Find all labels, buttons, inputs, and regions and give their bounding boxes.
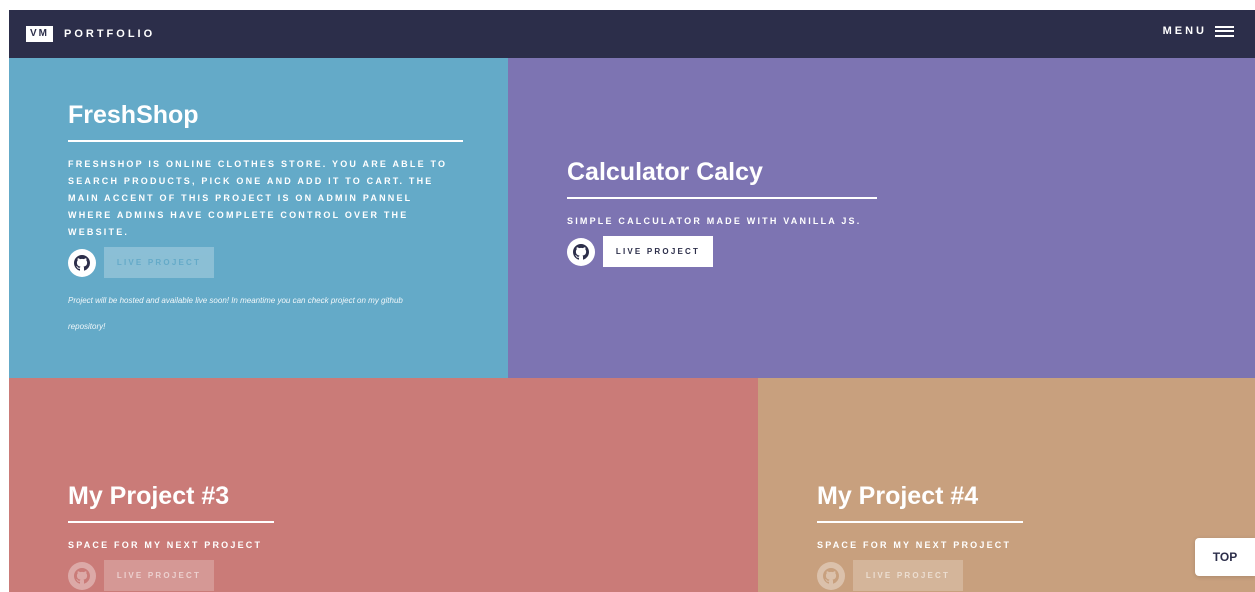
menu-label: MENU <box>1162 25 1207 37</box>
project-title: My Project #4 <box>817 482 979 510</box>
live-project-button[interactable]: LIVE PROJECT <box>104 247 214 278</box>
project-card-calculator: Calculator Calcy SIMPLE CALCULATOR MADE … <box>508 58 1255 378</box>
title-underline <box>68 140 463 142</box>
live-project-button[interactable]: LIVE PROJECT <box>853 560 963 591</box>
project-description: SPACE FOR MY NEXT PROJECT <box>68 540 263 550</box>
navbar: VM PORTFOLIO MENU <box>9 10 1255 58</box>
github-icon <box>74 254 90 271</box>
project-title: My Project #3 <box>68 482 230 510</box>
github-icon <box>823 567 839 584</box>
live-project-label: LIVE PROJECT <box>615 247 701 256</box>
project-actions: LIVE PROJECT <box>68 560 274 591</box>
project-actions: LIVE PROJECT <box>68 247 463 278</box>
github-link[interactable] <box>817 561 845 590</box>
github-link[interactable] <box>68 561 96 590</box>
logo[interactable]: VM <box>26 26 53 42</box>
menu-button[interactable]: MENU <box>1163 25 1234 37</box>
github-link[interactable] <box>68 248 96 277</box>
title-underline <box>567 197 877 199</box>
project-actions: LIVE PROJECT <box>567 236 877 267</box>
live-project-label: LIVE PROJECT <box>865 571 951 580</box>
live-project-button[interactable]: LIVE PROJECT <box>104 560 214 591</box>
project-card-4: My Project #4 SPACE FOR MY NEXT PROJECT … <box>758 378 1255 592</box>
project-card-3: My Project #3 SPACE FOR MY NEXT PROJECT … <box>9 378 758 592</box>
project-description: SIMPLE CALCULATOR MADE WITH VANILLA JS. <box>567 216 862 226</box>
project-actions: LIVE PROJECT <box>817 560 1023 591</box>
project-card-freshshop: FreshShop FRESHSHOP IS ONLINE CLOTHES ST… <box>9 58 508 378</box>
brand-title[interactable]: PORTFOLIO <box>64 26 155 42</box>
live-project-button[interactable]: LIVE PROJECT <box>603 236 713 267</box>
hamburger-menu-icon <box>1215 25 1234 37</box>
live-project-label: LIVE PROJECT <box>116 571 202 580</box>
project-description: SPACE FOR MY NEXT PROJECT <box>817 540 1012 550</box>
project-description: FRESHSHOP IS ONLINE CLOTHES STORE. YOU A… <box>68 159 448 237</box>
title-underline <box>817 521 1023 523</box>
hosting-note: Project will be hosted and available liv… <box>68 296 403 331</box>
github-icon <box>74 567 90 584</box>
github-icon <box>573 243 589 260</box>
github-link[interactable] <box>567 237 595 266</box>
project-title: FreshShop <box>68 101 199 129</box>
project-title: Calculator Calcy <box>567 158 763 186</box>
live-project-label: LIVE PROJECT <box>116 258 202 267</box>
title-underline <box>68 521 274 523</box>
scroll-to-top-button[interactable]: TOP <box>1195 538 1255 576</box>
page: VM PORTFOLIO MENU FreshShop FRESHSHOP IS… <box>9 10 1255 592</box>
